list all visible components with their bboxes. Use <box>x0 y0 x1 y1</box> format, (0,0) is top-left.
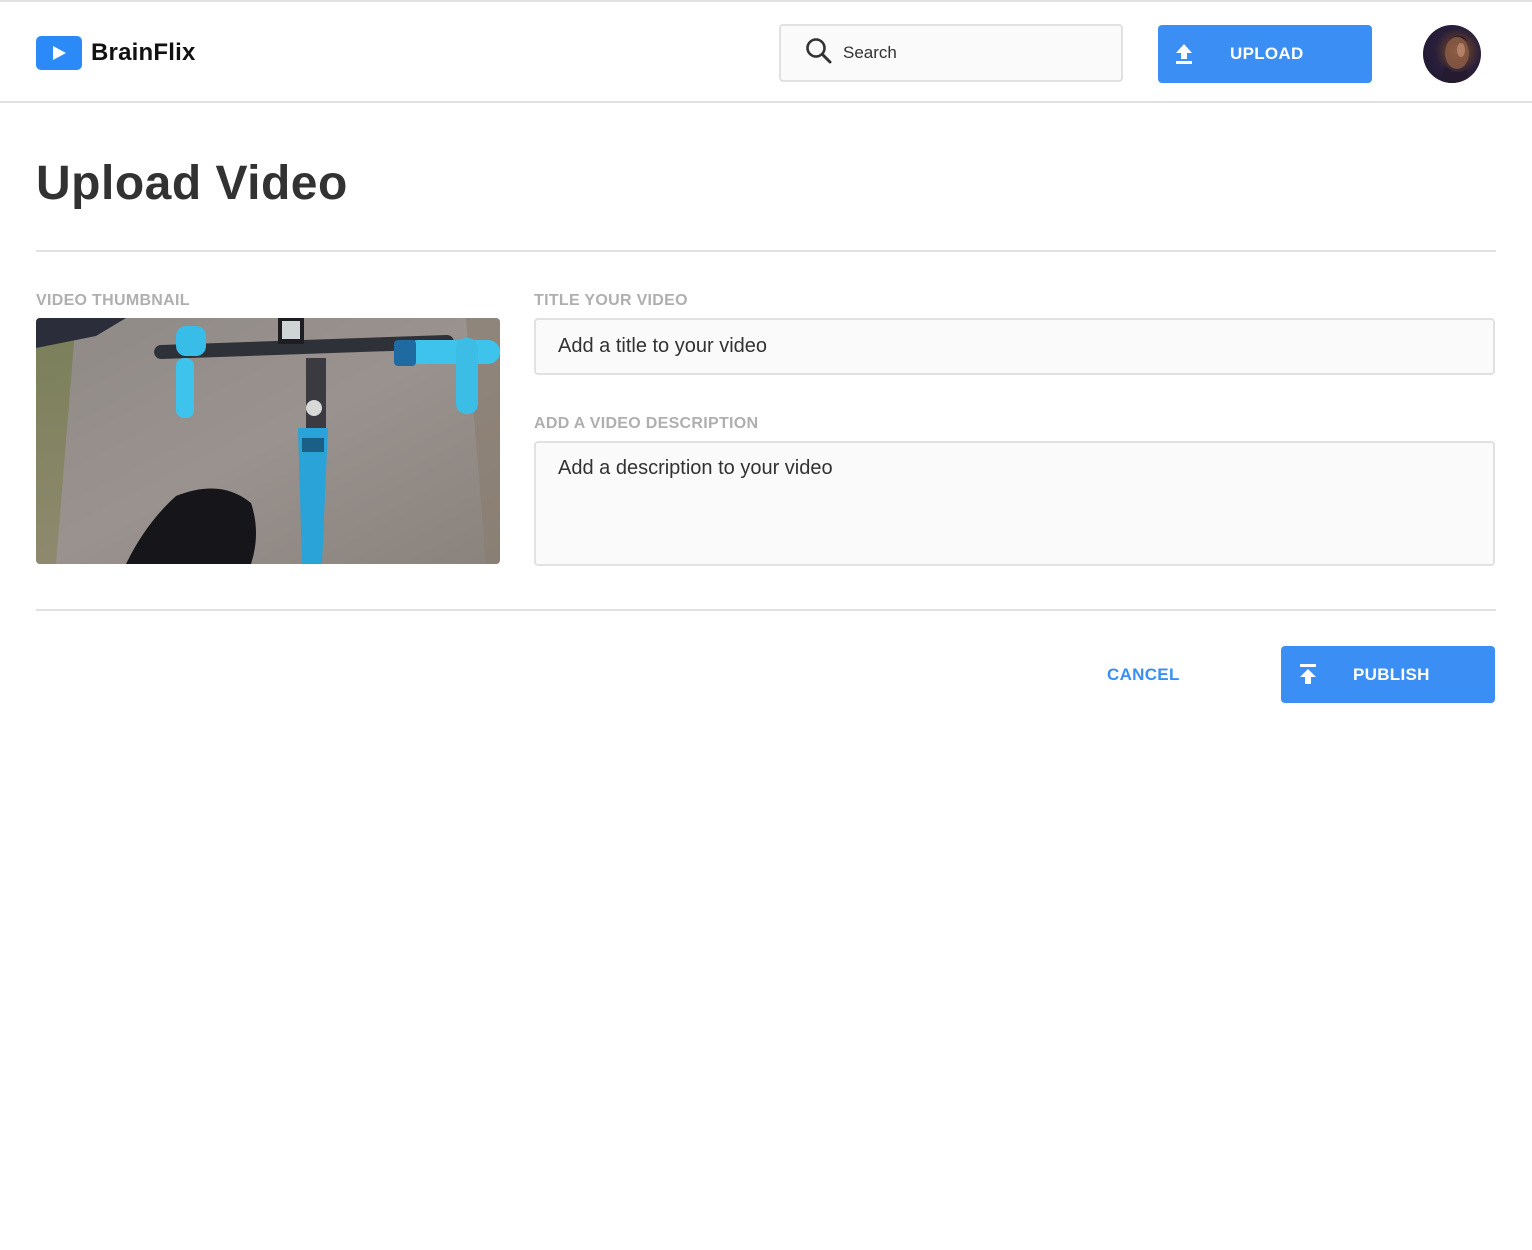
cancel-button[interactable]: CANCEL <box>1107 665 1180 685</box>
site-header: BrainFlix UPLOAD <box>0 0 1532 103</box>
page-title: Upload Video <box>36 157 348 210</box>
publish-button[interactable]: PUBLISH <box>1281 646 1495 703</box>
section-divider-bottom <box>36 609 1496 611</box>
section-divider-top <box>36 250 1496 252</box>
description-input[interactable] <box>534 441 1495 566</box>
brand-name: BrainFlix <box>91 39 196 66</box>
publish-icon <box>1299 663 1317 690</box>
thumbnail-label: VIDEO THUMBNAIL <box>36 292 190 309</box>
upload-button-label: UPLOAD <box>1230 44 1304 63</box>
upload-button[interactable]: UPLOAD <box>1158 25 1372 83</box>
search-input[interactable] <box>843 43 1103 63</box>
video-thumbnail <box>36 318 500 564</box>
title-input[interactable] <box>534 318 1495 375</box>
title-label: TITLE YOUR VIDEO <box>534 292 688 309</box>
search-icon <box>805 37 833 70</box>
search-box[interactable] <box>779 24 1123 82</box>
user-avatar[interactable] <box>1423 25 1481 83</box>
upload-icon <box>1175 43 1193 70</box>
play-icon <box>36 36 82 70</box>
publish-button-label: PUBLISH <box>1353 665 1430 684</box>
description-label: ADD A VIDEO DESCRIPTION <box>534 415 759 432</box>
brand-logo[interactable]: BrainFlix <box>36 35 196 71</box>
